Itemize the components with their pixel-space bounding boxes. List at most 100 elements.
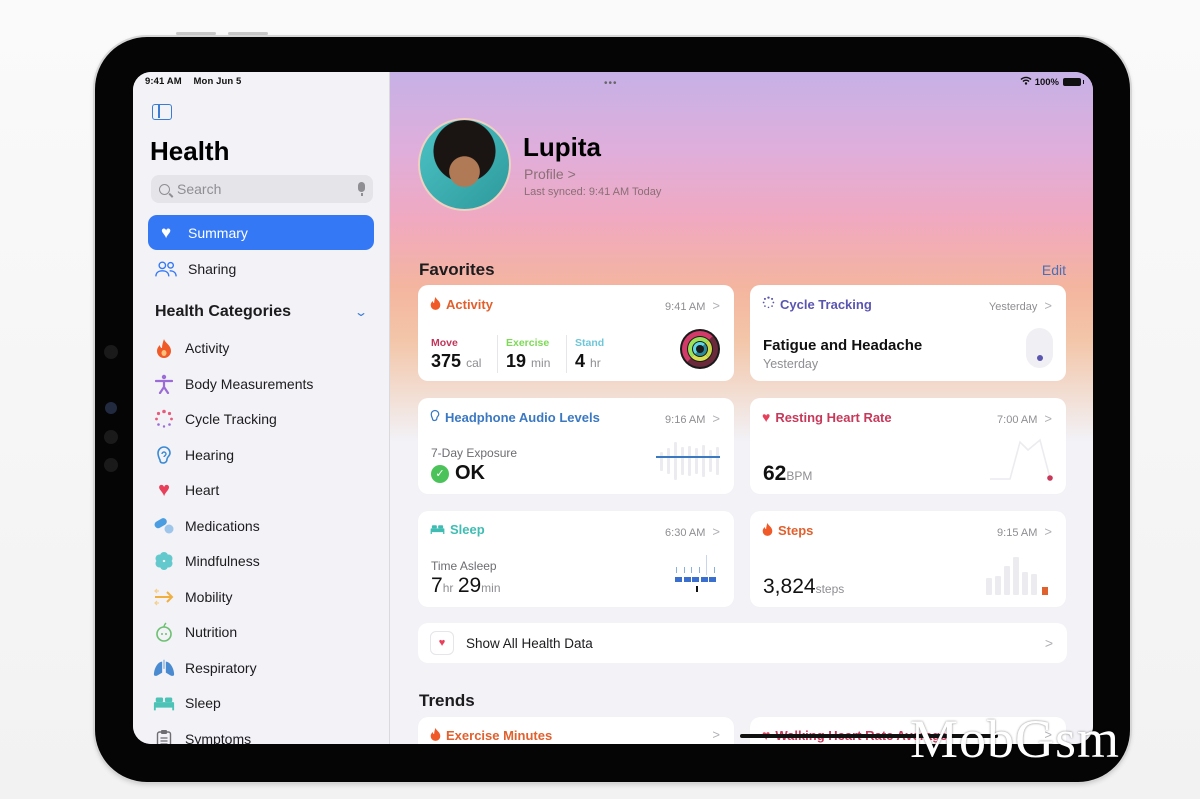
metric-value: 4 — [575, 351, 586, 371]
category-cycle-tracking[interactable]: Cycle Tracking — [153, 405, 277, 433]
sidebar-toggle-icon[interactable] — [152, 104, 172, 120]
flame-icon — [153, 337, 175, 359]
time-asleep-value: 7hr 29min — [431, 574, 501, 598]
apple-icon — [153, 621, 175, 643]
sleep-stage-block — [675, 577, 682, 582]
sensor-dot — [104, 430, 118, 444]
show-all-health-data-button[interactable]: ♥ Show All Health Data > — [418, 623, 1067, 663]
sleep-tick — [706, 555, 707, 575]
category-mindfulness[interactable]: Mindfulness — [153, 547, 260, 575]
trend-card-exercise-minutes[interactable]: Exercise Minutes > — [418, 717, 734, 744]
chevron-right-icon: > — [567, 166, 576, 182]
cycle-indicator — [1026, 328, 1053, 368]
edit-button[interactable]: Edit — [1042, 262, 1066, 278]
audio-threshold-line — [656, 456, 720, 458]
sidebar-item-summary[interactable]: ♥ Summary — [148, 215, 374, 250]
symptom-date: Yesterday — [763, 357, 819, 371]
category-body-measurements[interactable]: Body Measurements — [153, 370, 313, 398]
category-label: Mindfulness — [185, 553, 260, 569]
steps-bar — [1004, 565, 1010, 595]
health-categories-heading: Health Categories — [155, 303, 292, 320]
clipboard-icon — [153, 728, 175, 744]
status-date: Mon Jun 5 — [193, 76, 242, 87]
headphone-audio-card[interactable]: Headphone Audio Levels 9:16 AM > 7-Day Ex… — [418, 398, 734, 494]
category-nutrition[interactable]: Nutrition — [153, 618, 237, 646]
sleep-card[interactable]: Sleep 6:30 AM > Time Asleep 7hr 29min — [418, 511, 734, 607]
figure-icon — [153, 373, 175, 395]
battery-percent: 100% — [1034, 76, 1059, 88]
cycle-dots-icon — [762, 296, 775, 312]
status-bar-left: 9:41 AM Mon Jun 5 — [145, 76, 250, 87]
sidebar: 9:41 AM Mon Jun 5 Health ♥ Summary Shari… — [133, 72, 390, 744]
category-medications[interactable]: Medications — [153, 512, 260, 540]
exercise-metric: Exercise 19 min — [506, 337, 550, 372]
category-hearing[interactable]: Hearing — [153, 441, 234, 469]
category-label: Body Measurements — [185, 376, 314, 392]
category-activity[interactable]: Activity — [153, 334, 229, 362]
heart-rate-sparkline — [990, 438, 1053, 481]
sleep-tick — [713, 567, 715, 573]
camera-dot — [104, 345, 118, 359]
summary-pane: ••• 100% Lupita Profile > Last synced: 9… — [390, 72, 1093, 744]
indicator-dot — [1037, 355, 1043, 361]
awake-marker — [696, 586, 698, 592]
heart-icon: ♥ — [762, 409, 771, 425]
category-label: Heart — [185, 482, 220, 498]
flame-icon — [762, 522, 773, 539]
hours: 7 — [431, 574, 443, 597]
profile-link-label: Profile — [524, 166, 564, 182]
sensor-dot — [104, 458, 118, 472]
category-sleep[interactable]: Sleep — [153, 689, 221, 717]
card-timestamp: 9:41 AM > — [665, 298, 720, 313]
exposure-label: 7-Day Exposure — [431, 446, 518, 460]
hours-unit: hr — [442, 581, 454, 595]
metric-value: 375 — [431, 351, 462, 371]
search-field[interactable] — [151, 175, 373, 203]
activity-card[interactable]: Activity 9:41 AM > Move 375 cal Exercise … — [418, 285, 734, 381]
avatar[interactable] — [418, 118, 511, 211]
sleep-tick — [683, 567, 685, 573]
steps-card[interactable]: Steps 9:15 AM > 3,824steps — [750, 511, 1066, 607]
category-respiratory[interactable]: Respiratory — [153, 654, 257, 682]
search-input[interactable] — [177, 181, 347, 197]
activity-rings-icon — [680, 329, 720, 369]
card-title: Steps — [762, 522, 813, 539]
photo-background: 9:41 AM Mon Jun 5 Health ♥ Summary Shari… — [0, 0, 1200, 799]
symptom-headline: Fatigue and Headache — [763, 337, 923, 354]
power-button — [228, 32, 268, 35]
cycle-tracking-card[interactable]: Cycle Tracking Yesterday > Fatigue and He… — [750, 285, 1066, 381]
steps-bar — [1013, 557, 1019, 595]
heart-icon: ♥ — [430, 631, 454, 655]
chevron-right-icon: > — [1044, 524, 1052, 539]
sidebar-item-sharing[interactable]: Sharing — [148, 251, 374, 286]
card-title: ♥ Resting Heart Rate — [762, 409, 892, 425]
timestamp-label: 9:16 AM — [665, 414, 706, 426]
profile-link[interactable]: Profile > — [524, 166, 576, 182]
steps-bar-chart — [986, 553, 1052, 597]
resting-heart-rate-card[interactable]: ♥ Resting Heart Rate 7:00 AM > 62BPM — [750, 398, 1066, 494]
category-label: Nutrition — [185, 624, 238, 640]
steps-bar — [995, 576, 1001, 595]
audio-level-chart — [656, 440, 720, 482]
unit: steps — [815, 582, 845, 596]
microphone-icon[interactable] — [358, 182, 365, 196]
category-label: Respiratory — [185, 660, 257, 676]
bed-icon — [153, 692, 175, 714]
minutes: 29 — [457, 574, 482, 597]
category-mobility[interactable]: Mobility — [153, 583, 232, 611]
metric-unit: hr — [590, 356, 601, 370]
card-title: Headphone Audio Levels — [430, 409, 600, 425]
chevron-right-icon: > — [1044, 298, 1052, 313]
card-title: Cycle Tracking — [762, 296, 872, 312]
stand-metric: Stand 4 hr — [575, 337, 604, 372]
chevron-down-icon[interactable]: ⌄ — [354, 305, 368, 319]
card-title-label: Headphone Audio Levels — [445, 409, 600, 425]
exposure-value: OK — [455, 462, 485, 484]
metric-unit: min — [531, 356, 551, 370]
card-timestamp: 6:30 AM > — [665, 524, 720, 539]
exposure-status: ✓ OK — [431, 462, 485, 485]
category-heart[interactable]: ♥ Heart — [153, 476, 219, 504]
multitasking-dots[interactable]: ••• — [604, 78, 618, 89]
sleep-stage-block — [683, 577, 691, 582]
category-symptoms[interactable]: Symptoms — [153, 725, 251, 744]
